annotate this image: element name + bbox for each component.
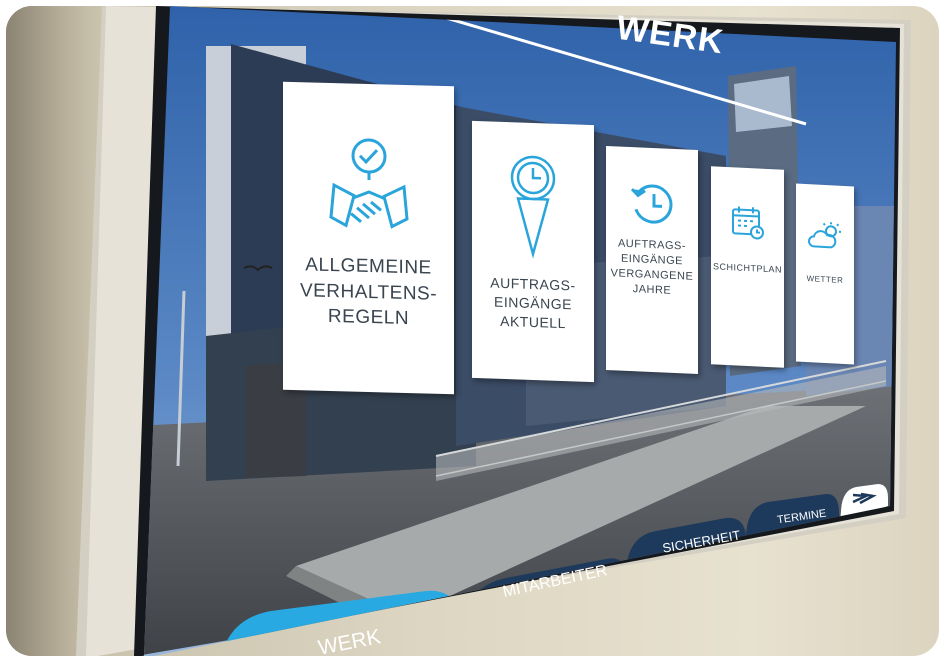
cloud-sun-icon <box>808 220 842 252</box>
tile-auftragseingaenge-vergangene-jahre[interactable]: AUFTRAGS- EINGÄNGE VERGANGENE JAHRE <box>606 145 698 375</box>
clock-arrow-down-icon <box>508 152 558 264</box>
tile-label: SCHICHTPLAN <box>712 261 782 275</box>
tile-label: AUFTRAGS- EINGÄNGE AKTUELL <box>490 274 576 331</box>
tile-wetter[interactable]: WETTER <box>796 183 854 365</box>
tile-label: ALLGEMEINE VERHALTENS- REGELN <box>299 254 438 330</box>
photo-frame: WERK ALLGEMEINE VERHALTENS- REGELN AUFTR… <box>6 6 939 656</box>
handshake-check-icon <box>328 135 409 237</box>
history-clock-icon <box>628 179 676 229</box>
tile-schichtplan[interactable]: SCHICHTPLAN <box>711 166 784 368</box>
tile-label: WETTER <box>806 274 844 285</box>
tile-allgemeine-verhaltensregeln[interactable]: ALLGEMEINE VERHALTENS- REGELN <box>283 81 454 395</box>
tile-label: AUFTRAGS- EINGÄNGE VERGANGENE JAHRE <box>610 237 694 297</box>
calendar-clock-icon <box>730 203 766 241</box>
tile-auftragseingaenge-aktuell[interactable]: AUFTRAGS- EINGÄNGE AKTUELL <box>472 120 594 383</box>
